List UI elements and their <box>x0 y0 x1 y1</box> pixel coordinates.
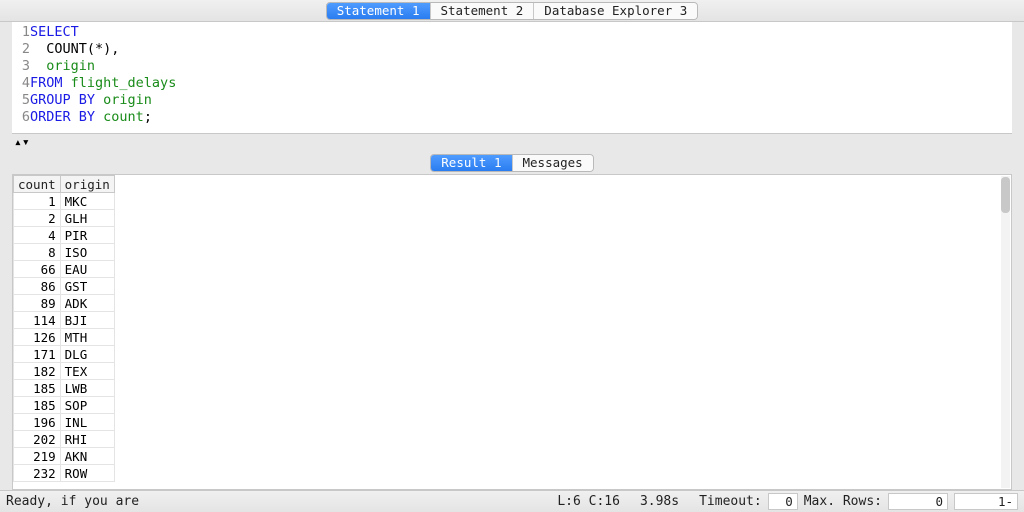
table-row[interactable]: 232ROW <box>14 465 115 482</box>
cell-origin[interactable]: MTH <box>60 329 114 346</box>
status-timeout-field[interactable]: 0 <box>768 493 798 510</box>
top-tab-bar: Statement 1Statement 2Database Explorer … <box>0 0 1024 22</box>
cell-count[interactable]: 182 <box>14 363 61 380</box>
table-row[interactable]: 196INL <box>14 414 115 431</box>
cell-origin[interactable]: GST <box>60 278 114 295</box>
code-line[interactable]: origin <box>30 58 176 75</box>
line-number: 2 <box>12 41 30 58</box>
cell-origin[interactable]: TEX <box>60 363 114 380</box>
status-bar: Ready, if you are L:6 C:16 3.98s Timeout… <box>0 490 1024 512</box>
results-scrollbar[interactable] <box>1001 176 1010 488</box>
cell-count[interactable]: 171 <box>14 346 61 363</box>
cell-origin[interactable]: ROW <box>60 465 114 482</box>
cell-origin[interactable]: SOP <box>60 397 114 414</box>
table-row[interactable]: 86GST <box>14 278 115 295</box>
status-elapsed-time: 3.98s <box>640 494 679 509</box>
code-line[interactable]: COUNT(*), <box>30 41 176 58</box>
cell-count[interactable]: 232 <box>14 465 61 482</box>
column-header-origin[interactable]: origin <box>60 176 114 193</box>
code-line[interactable]: FROM flight_delays <box>30 75 176 92</box>
sql-editor[interactable]: 123456 SELECT COUNT(*), originFROM fligh… <box>12 22 1012 134</box>
table-row[interactable]: 1MKC <box>14 193 115 210</box>
status-cursor-pos: L:6 C:16 <box>557 494 620 509</box>
cell-count[interactable]: 219 <box>14 448 61 465</box>
cell-count[interactable]: 86 <box>14 278 61 295</box>
cell-origin[interactable]: INL <box>60 414 114 431</box>
cell-count[interactable]: 185 <box>14 380 61 397</box>
code-line[interactable]: GROUP BY origin <box>30 92 176 109</box>
table-row[interactable]: 2GLH <box>14 210 115 227</box>
table-row[interactable]: 66EAU <box>14 261 115 278</box>
table-row[interactable]: 171DLG <box>14 346 115 363</box>
result-tab-1[interactable]: Messages <box>513 155 593 171</box>
line-number: 4 <box>12 75 30 92</box>
result-tab-segment: Result 1Messages <box>430 154 593 172</box>
line-number: 5 <box>12 92 30 109</box>
line-number: 3 <box>12 58 30 75</box>
table-row[interactable]: 202RHI <box>14 431 115 448</box>
pane-splitter[interactable]: ▴▾ <box>12 134 1012 152</box>
status-maxrows-label: Max. Rows: <box>804 494 882 509</box>
cell-count[interactable]: 4 <box>14 227 61 244</box>
cell-count[interactable]: 89 <box>14 295 61 312</box>
cell-count[interactable]: 2 <box>14 210 61 227</box>
line-number: 1 <box>12 24 30 41</box>
status-ready: Ready, if you are <box>6 494 139 509</box>
scrollbar-thumb[interactable] <box>1001 177 1010 213</box>
cell-origin[interactable]: EAU <box>60 261 114 278</box>
code-line[interactable]: ORDER BY count; <box>30 109 176 126</box>
status-row-range: 1-17/304 <box>954 493 1018 510</box>
top-tab-1[interactable]: Statement 2 <box>431 3 535 19</box>
table-row[interactable]: 185LWB <box>14 380 115 397</box>
cell-count[interactable]: 114 <box>14 312 61 329</box>
table-row[interactable]: 8ISO <box>14 244 115 261</box>
table-row[interactable]: 185SOP <box>14 397 115 414</box>
cell-count[interactable]: 196 <box>14 414 61 431</box>
cell-origin[interactable]: LWB <box>60 380 114 397</box>
results-panel: countorigin1MKC2GLH4PIR8ISO66EAU86GST89A… <box>12 174 1012 490</box>
cell-count[interactable]: 202 <box>14 431 61 448</box>
cell-origin[interactable]: GLH <box>60 210 114 227</box>
cell-count[interactable]: 66 <box>14 261 61 278</box>
cell-count[interactable]: 126 <box>14 329 61 346</box>
cell-count[interactable]: 1 <box>14 193 61 210</box>
cell-origin[interactable]: BJI <box>60 312 114 329</box>
cell-origin[interactable]: ISO <box>60 244 114 261</box>
cell-origin[interactable]: PIR <box>60 227 114 244</box>
result-tab-0[interactable]: Result 1 <box>431 155 512 171</box>
splitter-icon: ▴▾ <box>14 138 30 148</box>
cell-origin[interactable]: ADK <box>60 295 114 312</box>
result-tab-bar: Result 1Messages <box>12 152 1012 174</box>
editor-code[interactable]: SELECT COUNT(*), originFROM flight_delay… <box>30 22 176 133</box>
line-number: 6 <box>12 109 30 126</box>
table-row[interactable]: 182TEX <box>14 363 115 380</box>
table-row[interactable]: 4PIR <box>14 227 115 244</box>
results-table[interactable]: countorigin1MKC2GLH4PIR8ISO66EAU86GST89A… <box>13 175 115 482</box>
top-tab-2[interactable]: Database Explorer 3 <box>534 3 697 19</box>
top-tab-segment: Statement 1Statement 2Database Explorer … <box>326 2 699 20</box>
cell-origin[interactable]: AKN <box>60 448 114 465</box>
table-row[interactable]: 219AKN <box>14 448 115 465</box>
top-tab-0[interactable]: Statement 1 <box>327 3 431 19</box>
cell-count[interactable]: 185 <box>14 397 61 414</box>
status-timeout-label: Timeout: <box>699 494 762 509</box>
table-row[interactable]: 114BJI <box>14 312 115 329</box>
code-line[interactable]: SELECT <box>30 24 176 41</box>
cell-origin[interactable]: RHI <box>60 431 114 448</box>
cell-origin[interactable]: DLG <box>60 346 114 363</box>
table-row[interactable]: 89ADK <box>14 295 115 312</box>
cell-origin[interactable]: MKC <box>60 193 114 210</box>
status-maxrows-field[interactable]: 0 <box>888 493 948 510</box>
cell-count[interactable]: 8 <box>14 244 61 261</box>
table-row[interactable]: 126MTH <box>14 329 115 346</box>
column-header-count[interactable]: count <box>14 176 61 193</box>
editor-gutter: 123456 <box>12 22 30 133</box>
